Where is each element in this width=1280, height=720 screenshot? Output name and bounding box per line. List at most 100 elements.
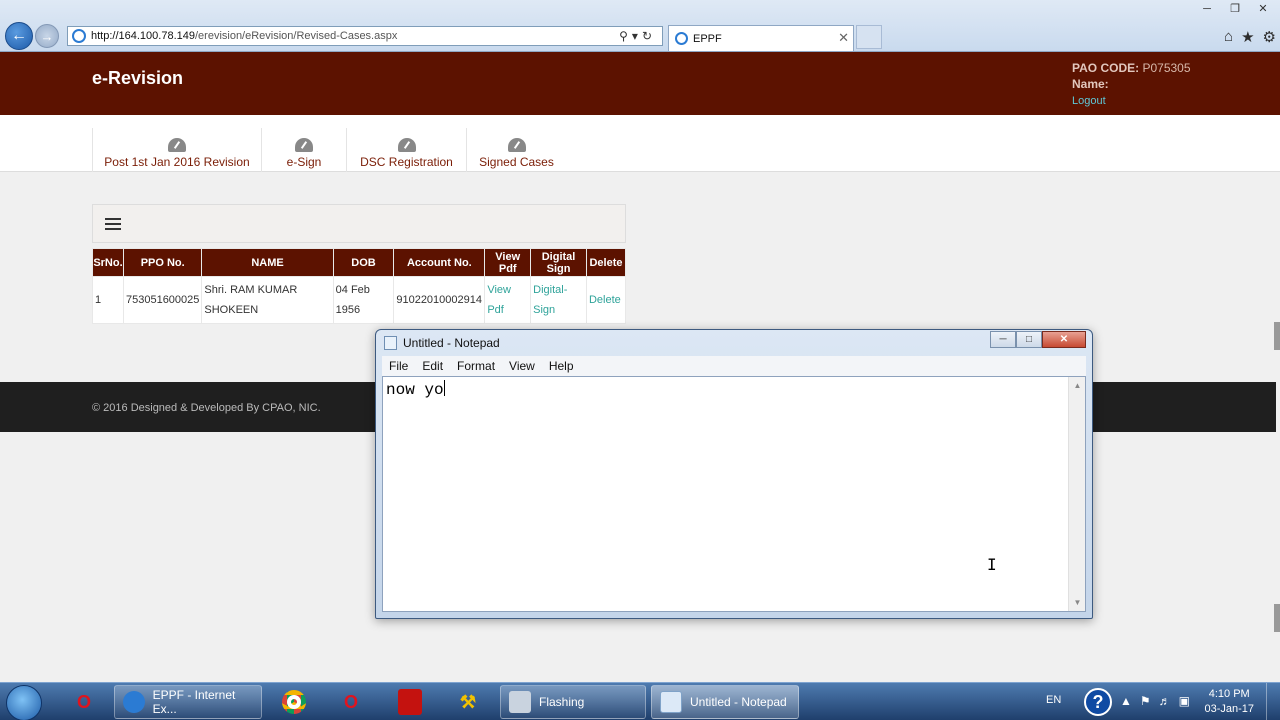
tools-icon[interactable]: ⚒ <box>450 687 486 717</box>
dashboard-icon <box>168 138 186 152</box>
taskbar-item-ie[interactable]: EPPF - Internet Ex... <box>114 685 262 719</box>
new-tab-button[interactable] <box>856 25 882 49</box>
typed-text: now yo <box>386 381 444 399</box>
col-name: NAME <box>201 248 334 277</box>
pao-code-label: PAO CODE: <box>1072 61 1140 75</box>
show-desktop-button[interactable] <box>1266 683 1280 720</box>
restore-icon[interactable]: ❐ <box>1222 0 1248 18</box>
menu-item-post-revision[interactable]: Post 1st Jan 2016 Revision <box>92 128 261 172</box>
close-icon[interactable]: ✕ <box>1250 0 1276 18</box>
menu-view[interactable]: View <box>502 359 542 373</box>
notepad-app-icon <box>660 691 682 713</box>
tray-icons[interactable]: ▲⚑♬▣ <box>1120 694 1198 708</box>
name-label: Name: <box>1072 77 1109 91</box>
dashboard-icon <box>397 138 416 152</box>
menu-file[interactable]: File <box>382 359 415 373</box>
taskbar-label: Untitled - Notepad <box>690 695 787 709</box>
scrollbar-fragment <box>1274 604 1280 632</box>
list-icon <box>105 218 121 230</box>
tab-eppf[interactable]: EPPF ✕ <box>668 25 854 51</box>
col-srno: SrNo. <box>92 248 124 277</box>
opera-icon[interactable]: O <box>66 687 102 717</box>
vertical-scrollbar[interactable]: ▲ ▼ <box>1068 377 1085 611</box>
main-menu: Post 1st Jan 2016 Revision e-Sign DSC Re… <box>0 115 1280 172</box>
menu-item-dsc-registration[interactable]: DSC Registration <box>346 128 466 172</box>
notepad-window[interactable]: Untitled - Notepad ─ □ ✕ File Edit Forma… <box>375 329 1093 619</box>
scroll-down-icon[interactable]: ▼ <box>1069 594 1086 611</box>
col-view-pdf: View Pdf <box>484 248 532 277</box>
scroll-up-icon[interactable]: ▲ <box>1069 377 1086 394</box>
ie-page-icon <box>72 29 86 43</box>
delete-link[interactable]: Delete <box>585 276 627 324</box>
col-ppo: PPO No. <box>122 248 203 277</box>
cell-srno: 1 <box>92 276 124 324</box>
notepad-text-area[interactable]: now yo ▲ ▼ <box>382 376 1086 612</box>
cell-ppo: 753051600025 <box>122 276 203 324</box>
menu-label: e-Sign <box>286 155 322 169</box>
maximize-icon[interactable]: □ <box>1016 331 1042 348</box>
back-arrow-icon[interactable]: ← <box>5 22 33 50</box>
footer-text: © 2016 Designed & Developed By CPAO, NIC… <box>92 402 321 414</box>
minimize-icon[interactable]: ─ <box>990 331 1016 348</box>
col-account: Account No. <box>393 248 486 277</box>
internet-explorer-icon <box>123 691 145 713</box>
home-icon[interactable]: ⌂ <box>1224 28 1233 46</box>
clock-time: 4:10 PM <box>1208 688 1250 700</box>
menu-help[interactable]: Help <box>542 359 581 373</box>
forward-arrow-icon[interactable]: → <box>35 24 59 48</box>
menu-edit[interactable]: Edit <box>415 359 450 373</box>
taskbar-item-flashing[interactable]: Flashing <box>500 685 646 719</box>
taskbar-label: Flashing <box>539 695 585 709</box>
dashboard-icon <box>507 138 526 152</box>
notepad-icon <box>384 336 397 350</box>
notepad-titlebar[interactable]: Untitled - Notepad <box>384 336 500 350</box>
dob-line1: 04 Feb <box>335 284 370 296</box>
window-controls: ─ ❐ ✕ <box>1194 0 1276 18</box>
revised-cases-table: SrNo. PPO No. NAME DOB Account No. View … <box>92 248 627 324</box>
dashboard-icon <box>295 138 313 152</box>
menu-label: Post 1st Jan 2016 Revision <box>104 155 250 169</box>
menu-format[interactable]: Format <box>450 359 502 373</box>
gear-icon[interactable]: ⚙ <box>1263 28 1276 46</box>
digital-line2: Sign <box>533 304 556 316</box>
pao-code-value: P075305 <box>1142 61 1191 75</box>
notepad-window-controls: ─ □ ✕ <box>990 331 1086 348</box>
taskbar: O EPPF - Internet Ex... O ⚒ Flashing Unt… <box>0 682 1280 720</box>
acrobat-icon[interactable] <box>392 687 428 717</box>
logout-link[interactable]: Logout <box>1072 95 1106 107</box>
search-refresh-icon[interactable]: ⚲▾↻ <box>619 29 656 43</box>
notepad-title: Untitled - Notepad <box>403 336 500 350</box>
taskbar-item-notepad[interactable]: Untitled - Notepad <box>651 685 799 719</box>
help-icon[interactable]: ? <box>1084 688 1112 716</box>
col-digital-sign: Digital Sign <box>530 248 587 277</box>
opera-icon[interactable]: O <box>333 687 369 717</box>
address-bar[interactable]: http://164.100.78.149/erevision/eRevisio… <box>67 26 663 46</box>
chrome-icon[interactable] <box>276 687 312 717</box>
minimize-icon[interactable]: ─ <box>1194 0 1220 18</box>
clock-date: 03-Jan-17 <box>1204 703 1254 715</box>
notepad-content: now yo <box>386 380 445 399</box>
site-brand[interactable]: e-Revision <box>92 68 183 89</box>
browser-toolbar: ← → http://164.100.78.149/erevision/eRev… <box>0 0 1280 52</box>
site-header: e-Revision PAO CODE: P075305 Name: Logou… <box>0 52 1280 115</box>
language-indicator[interactable]: EN <box>1046 694 1061 706</box>
tab-title: EPPF <box>693 32 722 45</box>
name-line2: SHOKEEN <box>204 304 259 316</box>
name-line1: Shri. RAM KUMAR <box>204 284 298 296</box>
clock[interactable]: 4:10 PM 03-Jan-17 <box>1204 687 1254 717</box>
cell-dob: 04 Feb 1956 <box>332 276 395 324</box>
ie-tab-icon <box>675 32 688 45</box>
table-row: 1 753051600025 Shri. RAM KUMAR SHOKEEN 04… <box>92 276 627 324</box>
favorites-star-icon[interactable]: ★ <box>1241 28 1254 46</box>
cell-account: 91022010002914 <box>393 276 486 324</box>
digital-sign-link[interactable]: Digital- Sign <box>530 276 587 324</box>
start-button[interactable] <box>6 685 42 720</box>
menu-item-esign[interactable]: e-Sign <box>261 128 346 172</box>
close-icon[interactable]: ✕ <box>1042 331 1086 348</box>
taskbar-label: EPPF - Internet Ex... <box>152 688 236 716</box>
view-pdf-link[interactable]: View Pdf <box>484 276 532 324</box>
col-delete: Delete <box>585 248 627 277</box>
close-tab-icon[interactable]: ✕ <box>838 30 849 46</box>
dob-line2: 1956 <box>335 304 361 316</box>
menu-item-signed-cases[interactable]: Signed Cases <box>466 128 566 172</box>
